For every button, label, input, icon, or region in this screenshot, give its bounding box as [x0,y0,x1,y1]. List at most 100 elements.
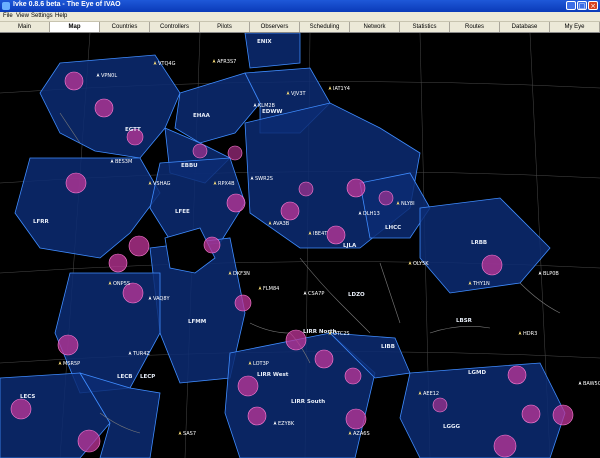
aircraft-callsign[interactable]: BLP0B [543,271,559,277]
tab-main[interactable]: Main [0,22,50,32]
fir-label: LIRR North [303,329,337,335]
tab-statistics[interactable]: Statistics [400,22,450,32]
aircraft-callsign[interactable]: VAQ8Y [153,296,171,302]
tab-countries[interactable]: Countries [100,22,150,32]
controller-circle[interactable] [345,408,367,430]
aircraft-callsign[interactable]: AVA3B [273,221,290,227]
fir-label: LECB [117,374,133,380]
controller-circle[interactable] [10,398,32,420]
tab-routes[interactable]: Routes [450,22,500,32]
aircraft-callsign[interactable]: BAW5G [583,381,600,387]
aircraft-callsign[interactable]: HDR3 [523,331,537,337]
tab-observers[interactable]: Observers [250,22,300,32]
menu-settings[interactable]: Settings [31,13,53,19]
title-bar[interactable]: Ivke 0.8.6 beta - The Eye of IVAO _ □ × [0,0,600,12]
aircraft-callsign[interactable]: ONP5S [113,281,130,287]
controller-circle[interactable] [65,172,87,194]
map-canvas[interactable]: EGTT EHAA EBBU EDWW LFRR LFEE LFMM LECB … [0,33,600,458]
controller-circle[interactable] [108,253,128,273]
aircraft-callsign[interactable]: BES3M [115,159,132,165]
controller-circle[interactable] [227,145,243,161]
controller-circle[interactable] [432,397,448,413]
tab-database[interactable]: Database [500,22,550,32]
controller-circle[interactable] [493,434,517,458]
aircraft-callsign[interactable]: OLY5K [413,261,429,267]
aircraft-callsign[interactable]: RPX4B [218,181,235,187]
fir-label: LGGG [443,424,461,430]
fir-label: LFRR [33,219,49,225]
aircraft-callsign[interactable]: SWR2S [255,176,273,182]
app-icon [2,2,10,10]
controller-circle[interactable] [226,193,246,213]
controller-circle[interactable] [128,235,150,257]
fir-label: EGTT [125,127,141,133]
aircraft-callsign[interactable]: OTC2S [333,331,350,337]
controller-circle[interactable] [94,98,114,118]
controller-circle[interactable] [346,178,366,198]
aircraft-callsign[interactable]: CSA7P [308,291,324,297]
controller-circle[interactable] [481,254,503,276]
aircraft-callsign[interactable]: IAT1Y4 [333,86,350,92]
aircraft-callsign[interactable]: AZA6S [353,431,370,437]
fir-enix[interactable] [244,33,301,69]
tab-controllers[interactable]: Controllers [150,22,200,32]
fir-label: LIRR South [291,399,325,405]
menu-file[interactable]: File [3,13,13,19]
controller-circle[interactable] [326,225,346,245]
fir-label: LGMD [468,370,486,376]
map-view[interactable]: EGTT EHAA EBBU EDWW LFRR LFEE LFMM LECB … [0,33,600,458]
controller-circle[interactable] [344,367,362,385]
aircraft-callsign[interactable]: THY1N [472,281,490,287]
aircraft-callsign[interactable]: KLM2B [258,103,276,109]
maximize-button[interactable]: □ [577,1,587,10]
controller-circle[interactable] [77,429,101,453]
menu-help[interactable]: Help [55,13,67,19]
aircraft-callsign[interactable]: EZY8K [278,421,295,427]
fir-label: LRBB [471,240,487,246]
controller-circle[interactable] [203,236,221,254]
controller-circle[interactable] [552,404,574,426]
tab-scheduling[interactable]: Scheduling [300,22,350,32]
controller-circle[interactable] [234,294,252,312]
aircraft-callsign[interactable]: LOT3P [253,361,269,367]
controller-circle[interactable] [521,404,541,424]
tab-network[interactable]: Network [350,22,400,32]
tab-pilots[interactable]: Pilots [200,22,250,32]
aircraft-callsign[interactable]: VJV3T [291,91,306,97]
aircraft-callsign[interactable]: VTQ4G [158,61,176,67]
fir-label: EDWW [262,109,282,115]
controller-circle[interactable] [378,190,394,206]
aircraft-callsign[interactable]: VPN0L [101,73,117,79]
fir-label: LHCC [385,225,401,231]
fir-label: LJLA [343,243,357,249]
aircraft-callsign[interactable]: TUR4Z [132,351,150,357]
tab-map[interactable]: Map [50,22,100,32]
aircraft-callsign[interactable]: NLY8I [401,201,415,207]
fir-label: EHAA [193,113,211,119]
controller-circle[interactable] [298,181,314,197]
window-title: Ivke 0.8.6 beta - The Eye of IVAO [13,1,121,8]
controller-circle[interactable] [192,143,208,159]
fir-label: LDZO [348,292,365,298]
aircraft-callsign[interactable]: AEE12 [423,391,439,397]
close-button[interactable]: × [588,1,598,10]
aircraft-callsign[interactable]: FLM84 [263,286,279,292]
aircraft-callsign[interactable]: AFR3S7 [217,59,236,65]
tab-my-eye[interactable]: My Eye [550,22,600,32]
aircraft-callsign[interactable]: SAS7 [183,431,196,437]
aircraft-callsign[interactable]: DLH13 [363,211,380,217]
controller-circle[interactable] [57,334,79,356]
controller-circle[interactable] [237,375,259,397]
controller-circle[interactable] [280,201,300,221]
controller-circle[interactable] [314,349,334,369]
fir-lggg[interactable] [399,362,566,458]
controller-circle[interactable] [507,365,527,385]
aircraft-callsign[interactable]: DKF3N [233,271,250,277]
controller-circle[interactable] [64,71,84,91]
aircraft-callsign[interactable]: MSR5P [63,361,80,367]
menu-view[interactable]: View [16,13,29,19]
aircraft-callsign[interactable]: VSHAG [153,181,171,187]
minimize-button[interactable]: _ [566,1,576,10]
aircraft-callsign[interactable]: IBE4T [313,231,328,237]
controller-circle[interactable] [247,406,267,426]
